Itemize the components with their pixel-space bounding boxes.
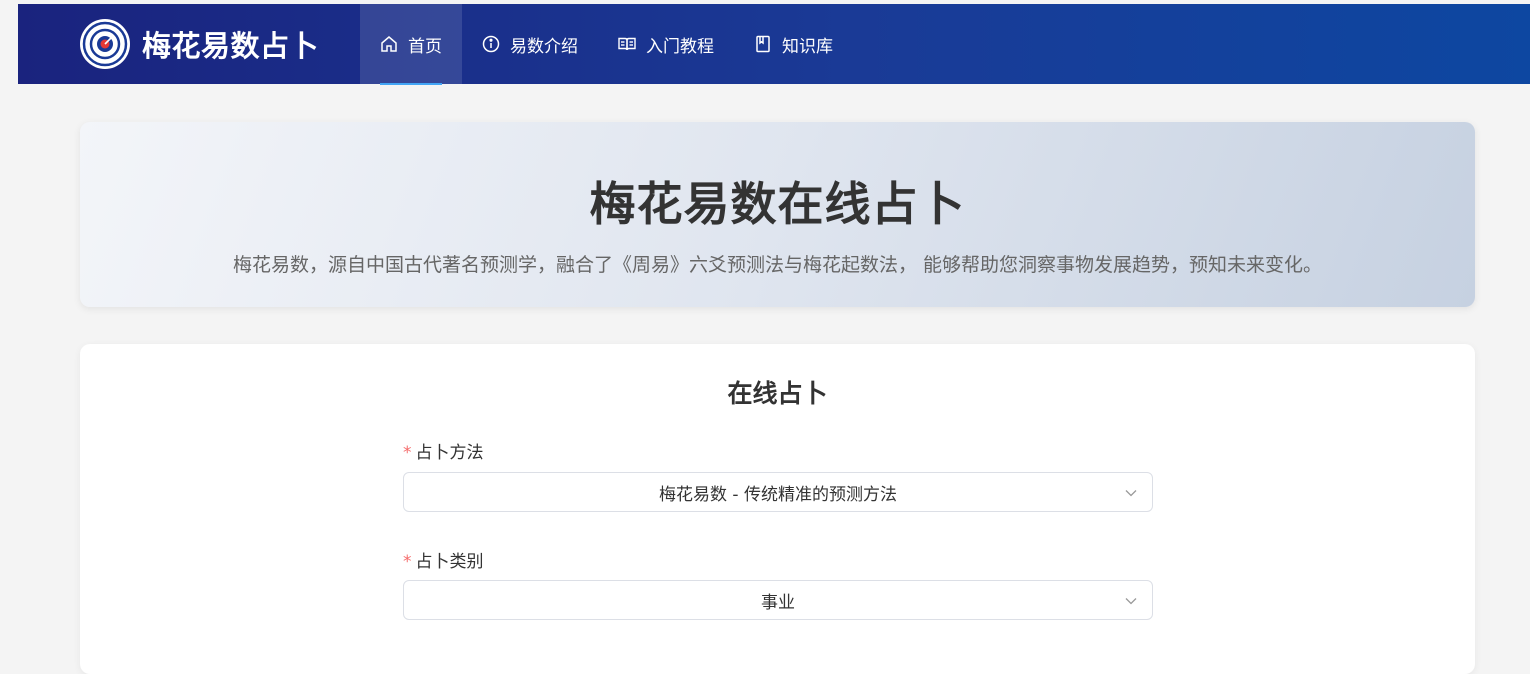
category-select[interactable]: 事业 — [403, 580, 1153, 620]
notebook-icon — [754, 35, 772, 53]
category-label: * 占卜类别 — [403, 547, 484, 572]
nav-item-knowledge[interactable]: 知识库 — [734, 4, 853, 84]
nav-item-label: 首页 — [408, 36, 442, 57]
category-label-text: 占卜类别 — [415, 552, 484, 572]
nav-item-intro[interactable]: 易数介绍 — [462, 4, 598, 84]
main-nav: 首页 易数介绍 入门教程 知识库 — [360, 4, 853, 85]
method-select[interactable]: 梅花易数 - 传统精准的预测方法 — [403, 472, 1153, 512]
compass-logo-icon — [80, 19, 130, 69]
nav-item-label: 知识库 — [782, 36, 833, 57]
required-mark: * — [403, 443, 412, 463]
site-title: 梅花易数占卜 — [142, 29, 320, 63]
chevron-down-icon — [1124, 485, 1138, 499]
divination-form-card: 在线占卜 * 占卜方法 梅花易数 - 传统精准的预测方法 * 占卜类别 事业 — [80, 344, 1475, 674]
chevron-down-icon — [1124, 593, 1138, 607]
hero-banner: 梅花易数在线占卜 梅花易数，源自中国古代著名预测学，融合了《周易》六爻预测法与梅… — [80, 122, 1475, 307]
method-select-value: 梅花易数 - 传统精准的预测方法 — [659, 484, 897, 505]
info-icon — [482, 35, 500, 53]
method-label-text: 占卜方法 — [415, 443, 484, 463]
category-select-value: 事业 — [761, 592, 795, 613]
book-open-icon — [618, 35, 636, 53]
hero-title: 梅花易数在线占卜 — [589, 177, 966, 231]
nav-item-label: 入门教程 — [646, 36, 714, 57]
nav-item-label: 易数介绍 — [510, 36, 578, 57]
home-icon — [380, 35, 398, 53]
top-navbar: 梅花易数占卜 首页 易数介绍 入门教程 知识库 — [18, 4, 1530, 85]
required-mark: * — [403, 552, 412, 572]
form-title: 在线占卜 — [727, 379, 828, 408]
hero-description: 梅花易数，源自中国古代著名预测学，融合了《周易》六爻预测法与梅花起数法， 能够帮… — [232, 254, 1323, 276]
method-label: * 占卜方法 — [403, 438, 484, 463]
brand[interactable]: 梅花易数占卜 — [80, 19, 319, 69]
nav-item-home[interactable]: 首页 — [360, 4, 462, 85]
nav-item-tutorial[interactable]: 入门教程 — [598, 4, 734, 84]
